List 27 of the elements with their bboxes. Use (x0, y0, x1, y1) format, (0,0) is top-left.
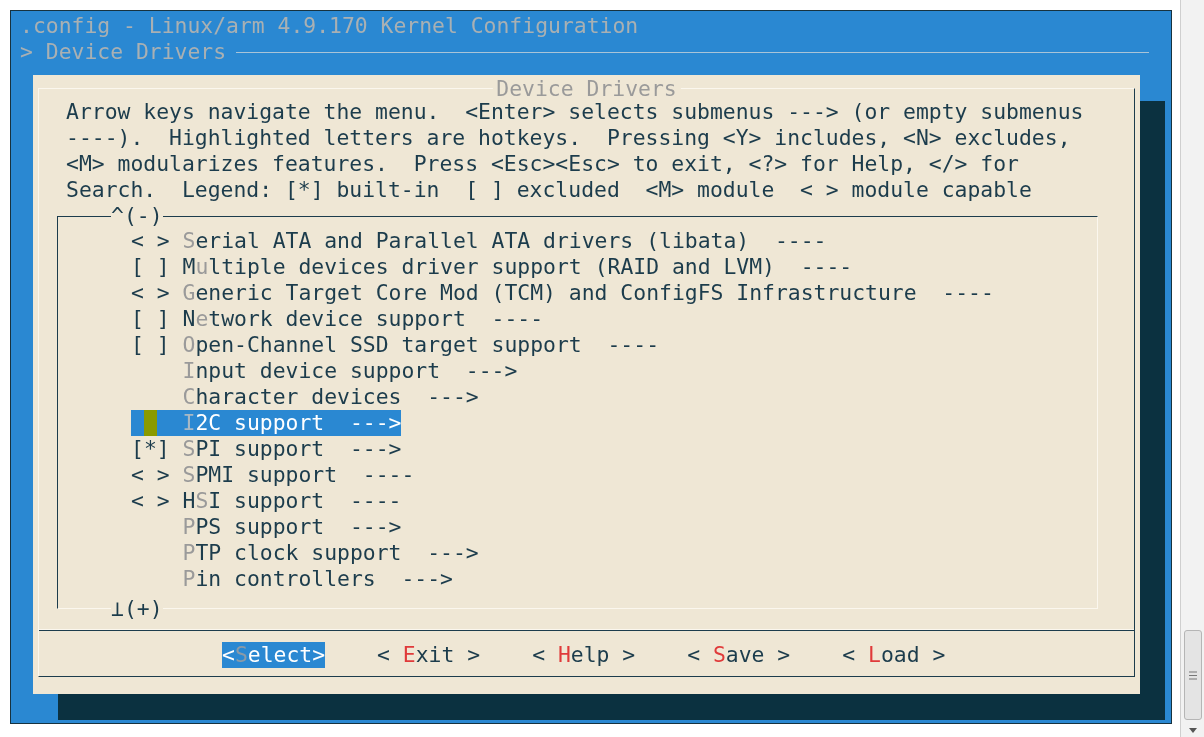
scrollbar-thumb[interactable] (1184, 630, 1202, 720)
dialog-button[interactable]: < Save > (687, 642, 791, 668)
cursor (143, 410, 157, 436)
menu-item[interactable]: I2C support ---> (131, 410, 402, 436)
menu-item[interactable]: [ ] Network device support ---- (131, 306, 544, 332)
menu-item[interactable]: [ ] Multiple devices driver support (RAID and LVM) ---- (131, 254, 853, 280)
scrollbar[interactable] (1180, 0, 1204, 737)
help-text: Arrow keys navigate the menu. <Enter> selects submenus ---> (or empty submenus ----). Highlighted letters are hotkeys. Pressing <Y> includes, <N> excludes, <M> modularizes features. Press <Esc><Esc> to exit, <?> for Help, </> for Search. Legend: [*] built-in [ ] excluded <M> module < > module capable (66, 99, 1084, 203)
menu-item[interactable]: PTP clock support ---> (131, 540, 479, 566)
menu-item[interactable]: < > Generic Target Core Mod (TCM) and ConfigFS Infrastructure ---- (131, 280, 994, 306)
window-title: .config - Linux/arm 4.9.170 Kernel Configuration (20, 13, 639, 39)
menu-item[interactable]: PPS support ---> (131, 514, 402, 540)
menu-item[interactable]: [*] SPI support ---> (131, 436, 402, 462)
menu-item[interactable]: < > Serial ATA and Parallel ATA drivers (libata) ---- (131, 228, 827, 254)
dialog-button[interactable]: < Load > (842, 642, 946, 668)
menu-item[interactable]: < > HSI support ---- (131, 488, 402, 514)
grip-icon (1189, 670, 1197, 680)
menu-item[interactable]: < > SPMI support ---- (131, 462, 415, 488)
dialog-button[interactable]: <Select> (222, 642, 326, 668)
breadcrumb: > Device Drivers (20, 39, 227, 65)
scroll-down-arrow-icon[interactable] (1189, 728, 1197, 733)
menu-item[interactable]: Character devices ---> (131, 384, 479, 410)
menu-item[interactable]: Input device support ---> (131, 358, 518, 384)
menu-item[interactable]: [ ] Open-Channel SSD target support ---- (131, 332, 659, 358)
dialog-button[interactable]: < Help > (532, 642, 636, 668)
dialog-button[interactable]: < Exit > (377, 642, 481, 668)
menu-item[interactable]: Pin controllers ---> (131, 566, 453, 592)
